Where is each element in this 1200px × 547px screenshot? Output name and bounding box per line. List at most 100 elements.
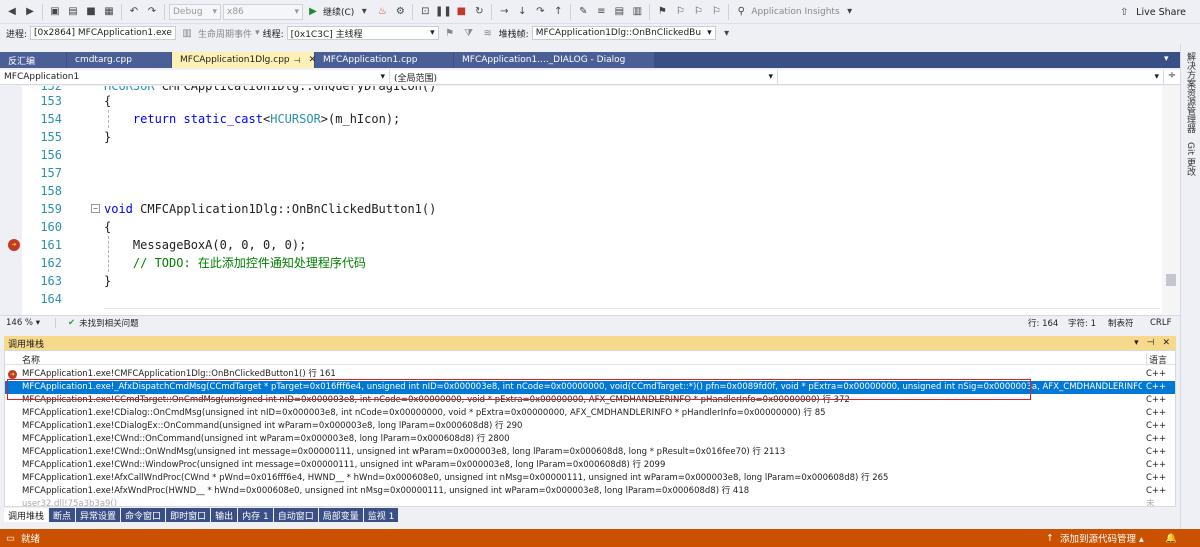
app-insights-icon[interactable]: ⚲ — [733, 4, 749, 20]
bookmark-icon[interactable]: ⚑ — [654, 4, 670, 20]
thread-select[interactable]: [0x1C3C] 主线程 ▾ — [286, 26, 439, 40]
char-indicator[interactable]: 字符: 1 — [1068, 317, 1096, 329]
show-threads-icon[interactable]: ≋ — [480, 25, 496, 41]
eol-indicator[interactable]: CRLF — [1150, 318, 1171, 328]
callstack-row[interactable]: MFCApplication1.exe!CDialog::OnCmdMsg(un… — [5, 407, 1175, 420]
open-icon[interactable]: ▤ — [65, 4, 81, 20]
undo-icon[interactable]: ↶ — [126, 4, 142, 20]
callstack-row[interactable]: MFCApplication1.exe!AfxCallWndProc(CWnd … — [5, 472, 1175, 485]
hot-reload-icon[interactable]: ♨ — [374, 4, 390, 20]
filter-icon[interactable]: ⧩ — [461, 25, 477, 41]
split-icon[interactable]: ÷ — [1164, 70, 1180, 84]
pin-icon[interactable]: ⊣ — [1147, 338, 1155, 348]
tab-cmdtarg[interactable]: cmdtarg.cpp — [67, 52, 171, 68]
clear-bookmarks-icon[interactable]: ⚐ — [708, 4, 724, 20]
app-insights-button[interactable]: Application Insights — [751, 7, 839, 17]
issues-text[interactable]: 未找到相关问题 — [79, 317, 139, 329]
tab-immediate[interactable]: 即时窗口 — [166, 508, 211, 522]
toolbar-options-icon[interactable]: ▾ — [719, 25, 735, 41]
callstack-row[interactable]: MFCApplication1.exe!CWnd::OnWndMsg(unsig… — [5, 446, 1175, 459]
code-editor[interactable]: 152 HCURSOR CMFCApplication1Dlg::OnQuery… — [0, 86, 1162, 315]
tabs-indicator[interactable]: 制表符 — [1108, 317, 1134, 329]
pause-icon[interactable]: ❚❚ — [435, 4, 452, 20]
tab-watch[interactable]: 监视 1 — [363, 508, 399, 522]
tab-output[interactable]: 输出 — [211, 508, 238, 522]
lifecycle-events-button[interactable]: 生命周期事件 — [198, 27, 252, 40]
live-share-icon: ⇧ — [1119, 6, 1129, 18]
tab-command-window[interactable]: 命令窗口 — [121, 508, 166, 522]
chevron-down-icon[interactable]: ▾ — [1134, 338, 1139, 348]
pin-icon[interactable]: ⊣ — [294, 56, 301, 65]
member-select[interactable]: ▾ — [778, 70, 1164, 84]
tab-breakpoints[interactable]: 断点 — [49, 508, 76, 522]
uncomment-icon[interactable]: ▥ — [629, 4, 645, 20]
notifications-icon[interactable]: 🔔 — [1165, 533, 1177, 544]
solution-explorer-tab[interactable]: 解决方案资源管理器 — [1184, 52, 1197, 133]
live-share-button[interactable]: Live Share — [1136, 7, 1186, 18]
chevron-down-icon[interactable]: ▾ — [356, 4, 372, 20]
forward-icon[interactable]: ▶ — [22, 4, 38, 20]
zoom-select[interactable]: 146 % ▾ — [0, 317, 56, 328]
config-select[interactable]: Debug ▾ — [169, 3, 221, 20]
tab-overflow-icon[interactable]: ▾ — [1164, 54, 1169, 64]
chevron-down-icon[interactable]: ▾ — [842, 4, 858, 20]
tab-disassembly[interactable]: 反汇编 — [0, 52, 66, 68]
platform-select[interactable]: x86 ▾ — [223, 3, 303, 20]
prev-bookmark-icon[interactable]: ⚐ — [672, 4, 688, 20]
next-bookmark-icon[interactable]: ⚐ — [690, 4, 706, 20]
frame-name: MFCApplication1.exe!CWnd::OnCommand(unsi… — [22, 434, 510, 444]
process-select[interactable]: [0x2864] MFCApplication1.exe▾ — [30, 26, 177, 40]
tab-locals[interactable]: 局部变量 — [318, 508, 363, 522]
project-select[interactable]: MFCApplication1 ▾ — [0, 70, 390, 84]
new-project-icon[interactable]: ▣ — [47, 4, 63, 20]
save-icon[interactable]: ■ — [83, 4, 99, 20]
callstack-row[interactable]: MFCApplication1.exe!AfxWndProc(HWND__ * … — [5, 485, 1175, 498]
callstack-row[interactable]: MFCApplication1.exe!_AfxDispatchCmdMsg(C… — [5, 381, 1175, 394]
flag-thread-icon[interactable]: ⚑ — [442, 25, 458, 41]
callstack-row[interactable]: user32.dll!75a3b3a9() 未 — [5, 498, 1175, 506]
scrollbar-thumb[interactable] — [1166, 274, 1176, 286]
play-icon[interactable]: ▶ — [305, 4, 321, 20]
column-header-name[interactable]: 名称 — [22, 353, 40, 366]
tab-autos[interactable]: 自动窗口 — [273, 508, 318, 522]
editor-scrollbar[interactable] — [1162, 86, 1180, 315]
source-control-button[interactable]: 添加到源代码管理 ▴ — [1060, 531, 1144, 545]
show-next-statement-icon[interactable]: → — [496, 4, 512, 20]
stop-icon[interactable]: ■ — [453, 4, 469, 20]
callstack-row[interactable]: MFCApplication1.exe!CWnd::OnCommand(unsi… — [5, 433, 1175, 446]
hex-display-icon[interactable]: ✎ — [575, 4, 591, 20]
threads-icon[interactable]: ≡ — [593, 4, 609, 20]
redo-icon[interactable]: ↷ — [144, 4, 160, 20]
callstack-row[interactable]: ➜ MFCApplication1.exe!CMFCApplication1Dl… — [5, 368, 1175, 381]
tab-exception-settings[interactable]: 异常设置 — [76, 508, 121, 522]
line-indicator[interactable]: 行: 164 — [1028, 317, 1058, 329]
callstack-row[interactable]: MFCApplication1.exe!CDialogEx::OnCommand… — [5, 420, 1175, 433]
tab-dlg-cpp[interactable]: MFCApplication1Dlg.cpp ⊣ ✕ — [172, 52, 316, 68]
comment-icon[interactable]: ▤ — [611, 4, 627, 20]
tab-label: MFCApplication1.cpp — [323, 55, 418, 65]
tab-label: MFCApplication1...._DIALOG - Dialog — [462, 55, 626, 65]
git-changes-tab[interactable]: Git 更改 — [1184, 142, 1197, 176]
tab-app-cpp[interactable]: MFCApplication1.cpp — [315, 52, 453, 68]
callstack-row[interactable]: MFCApplication1.exe!CWnd::WindowProc(uns… — [5, 459, 1175, 472]
column-header-lang[interactable]: 语言 — [1146, 353, 1167, 366]
tab-memory[interactable]: 内存 1 — [238, 508, 273, 522]
stackframe-select[interactable]: MFCApplication1Dlg::OnBnClickedBu ▾ — [531, 26, 716, 40]
tab-dialog[interactable]: MFCApplication1...._DIALOG - Dialog — [454, 52, 654, 68]
breakpoint-current-icon[interactable]: ➜ — [8, 239, 20, 251]
tab-callstack[interactable]: 调用堆栈 — [4, 508, 49, 522]
step-into-icon[interactable]: ↓ — [514, 4, 530, 20]
close-icon[interactable]: ✕ — [1162, 338, 1170, 348]
scope-select[interactable]: (全局范围) ▾ — [390, 70, 778, 84]
tab-label: 反汇编 — [8, 56, 36, 67]
collapse-icon[interactable]: − — [91, 204, 100, 213]
restart-icon[interactable]: ↻ — [471, 4, 487, 20]
continue-button[interactable]: 继续(C) — [323, 5, 354, 18]
callstack-row[interactable]: MFCApplication1.exe!CCmdTarget::OnCmdMsg… — [5, 394, 1175, 407]
diagnostics-icon[interactable]: ⚙ — [392, 4, 408, 20]
screenshot-icon[interactable]: ⊡ — [417, 4, 433, 20]
step-over-icon[interactable]: ↷ — [532, 4, 548, 20]
save-all-icon[interactable]: ▦ — [101, 4, 117, 20]
back-icon[interactable]: ◀ — [4, 4, 20, 20]
step-out-icon[interactable]: ↑ — [550, 4, 566, 20]
